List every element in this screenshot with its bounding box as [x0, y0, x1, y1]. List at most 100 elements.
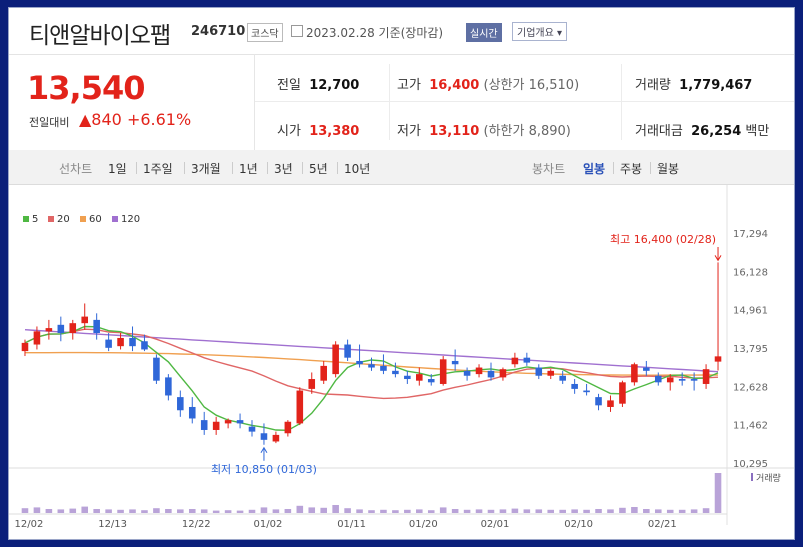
volume-bar [308, 507, 316, 513]
volume-bar [105, 509, 112, 513]
change-value: ▲840 +6.61% [79, 110, 192, 129]
candle-body [643, 367, 650, 371]
market-badge: 코스닥 [247, 23, 283, 42]
candle-body [499, 369, 507, 378]
tab-candle-chart[interactable]: 봉차트 [532, 160, 565, 177]
volume-bar [165, 509, 172, 513]
volume-bar [559, 509, 566, 513]
volume-bar [702, 508, 710, 513]
y-tick-label: 13,795 [733, 344, 768, 355]
volume-bar [356, 509, 363, 513]
x-tick-label: 02/10 [564, 519, 593, 530]
change-label: 전일대비 [29, 116, 70, 129]
x-tick-label: 12/22 [182, 519, 211, 530]
candle-body [224, 420, 232, 424]
tab-1d[interactable]: 1일 [108, 160, 127, 177]
high-price: 고가 16,400 (상한가 16,510) [397, 78, 580, 93]
candle-body [690, 379, 698, 381]
legend-swatch [80, 216, 86, 222]
volume-bar [129, 509, 136, 513]
candle-body [296, 390, 304, 424]
volume-bar [607, 509, 614, 513]
tab-line-chart[interactable]: 선차트 [59, 160, 92, 177]
volume-bar [45, 509, 53, 513]
x-tick-label: 01/20 [409, 519, 438, 530]
y-tick-label: 16,128 [733, 267, 768, 278]
candle-body [248, 426, 256, 432]
candle-body [535, 367, 543, 376]
chart-tabs: 선차트 1일 1주일 3개월 1년 3년 5년 10년 봉차트 일봉 주봉 월봉 [9, 150, 794, 185]
legend-label: 60 [89, 214, 102, 225]
volume-bar [451, 509, 459, 513]
volume-bar [643, 509, 650, 513]
volume-bar [177, 509, 184, 513]
tab-3m[interactable]: 3개월 [191, 160, 221, 177]
volume-bar [93, 509, 100, 513]
stock-code: 246710 [191, 24, 246, 39]
candle-body [344, 344, 351, 358]
legend-swatch [112, 216, 118, 222]
candle-body [81, 316, 89, 324]
volume-bar [248, 509, 256, 513]
company-name[interactable]: 티앤알바이오팹 [29, 16, 171, 50]
tab-monthly[interactable]: 월봉 [657, 160, 679, 177]
volume-bar [224, 510, 232, 513]
legend-swatch [23, 216, 29, 222]
candle-body [320, 365, 327, 381]
realtime-button[interactable]: 실시간 [466, 23, 502, 42]
volume-legend-label: 거래량 [756, 472, 781, 484]
high-annotation: 최고 16,400 (02/28) [610, 233, 716, 246]
volume-bar [117, 509, 124, 513]
low-price: 저가 13,110 (하한가 8,890) [397, 124, 571, 139]
price-summary: 13,540 전일대비 ▲840 +6.61% 전일 12,700 고가 16,… [9, 54, 794, 151]
volume-bar [427, 510, 435, 513]
x-tick-label: 02/21 [648, 519, 677, 530]
prev-close: 전일 12,700 [277, 78, 360, 93]
tab-5y[interactable]: 5년 [309, 160, 328, 177]
volume-bar [81, 506, 89, 513]
calendar-icon [291, 25, 303, 37]
volume-bar [200, 509, 208, 513]
volume-bar [296, 505, 304, 513]
candle-body [308, 379, 316, 389]
candle-body [21, 342, 29, 352]
candle-body [57, 324, 65, 334]
candle-body [272, 434, 280, 442]
candle-body [607, 400, 614, 407]
candle-body [141, 341, 148, 350]
x-tick-label: 01/02 [254, 519, 283, 530]
candle-body [380, 365, 387, 371]
tab-1w[interactable]: 1주일 [143, 160, 173, 177]
candle-body [177, 397, 184, 411]
tab-1y[interactable]: 1년 [239, 160, 258, 177]
volume-bar [344, 508, 351, 513]
candle-body [666, 377, 674, 383]
candle-body [129, 337, 136, 347]
title-bar: 티앤알바이오팹 246710 코스닥 2023.02.28 기준(장마감) 실시… [9, 8, 794, 55]
volume-bar [21, 508, 29, 513]
tab-10y[interactable]: 10년 [344, 160, 370, 177]
candle-body [511, 357, 519, 365]
tab-weekly[interactable]: 주봉 [620, 160, 642, 177]
volume-legend-swatch [751, 473, 753, 481]
candle-body [463, 370, 471, 376]
volume-bar [320, 507, 327, 513]
volume-bar [404, 509, 411, 513]
y-tick-label: 11,462 [733, 421, 768, 432]
candle-body [439, 359, 447, 384]
low-annotation: 최저 10,850 (01/03) [211, 463, 317, 476]
tab-daily[interactable]: 일봉 [583, 160, 605, 177]
volume-bar [57, 509, 65, 513]
candle-body [200, 420, 208, 430]
candle-body [571, 383, 578, 389]
y-tick-label: 17,294 [733, 229, 768, 240]
candle-body [93, 319, 100, 334]
corp-overview-dropdown[interactable]: 기업개요 ▾ [512, 22, 567, 41]
volume-bar [153, 508, 160, 513]
volume-bar [236, 510, 244, 513]
volume-bar [547, 509, 555, 513]
volume-bar [571, 509, 578, 513]
candle-body [45, 328, 53, 332]
tab-3y[interactable]: 3년 [274, 160, 293, 177]
volume-bar [678, 509, 686, 513]
